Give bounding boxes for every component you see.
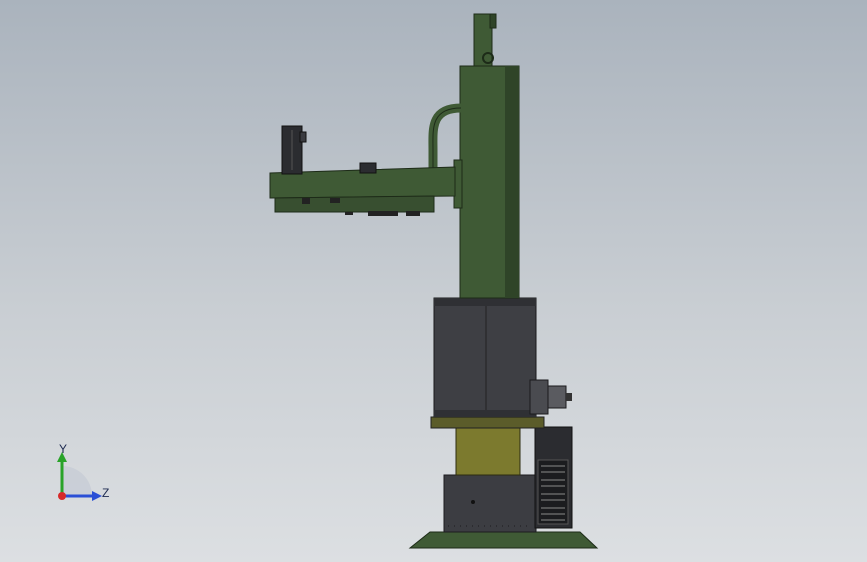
arm-underside	[274, 195, 435, 213]
side-motor	[529, 379, 549, 415]
housing-top-ring	[434, 298, 536, 306]
floor-plate	[408, 531, 599, 549]
cad-viewport[interactable]: Y Z	[0, 0, 867, 562]
top-rail-cap	[489, 13, 497, 29]
triad-plane	[62, 466, 92, 496]
robot-arm-model[interactable]	[0, 0, 867, 562]
arm-top-clamp	[359, 162, 377, 174]
side-gearbox	[547, 385, 567, 409]
y-axis-label: Y	[59, 442, 68, 456]
housing-bottom-ring	[434, 410, 536, 417]
column-side-face	[505, 66, 519, 298]
z-axis-label: Z	[102, 486, 110, 500]
effector-connector	[299, 131, 307, 143]
x-axis-dot	[58, 492, 66, 500]
motor-shaft	[566, 393, 572, 401]
rotary-housing	[433, 297, 537, 418]
turntable-plate	[430, 416, 545, 429]
base-bolt	[471, 500, 475, 504]
base-spacer	[455, 427, 521, 476]
z-axis-head	[92, 491, 102, 501]
base-block	[443, 474, 537, 533]
